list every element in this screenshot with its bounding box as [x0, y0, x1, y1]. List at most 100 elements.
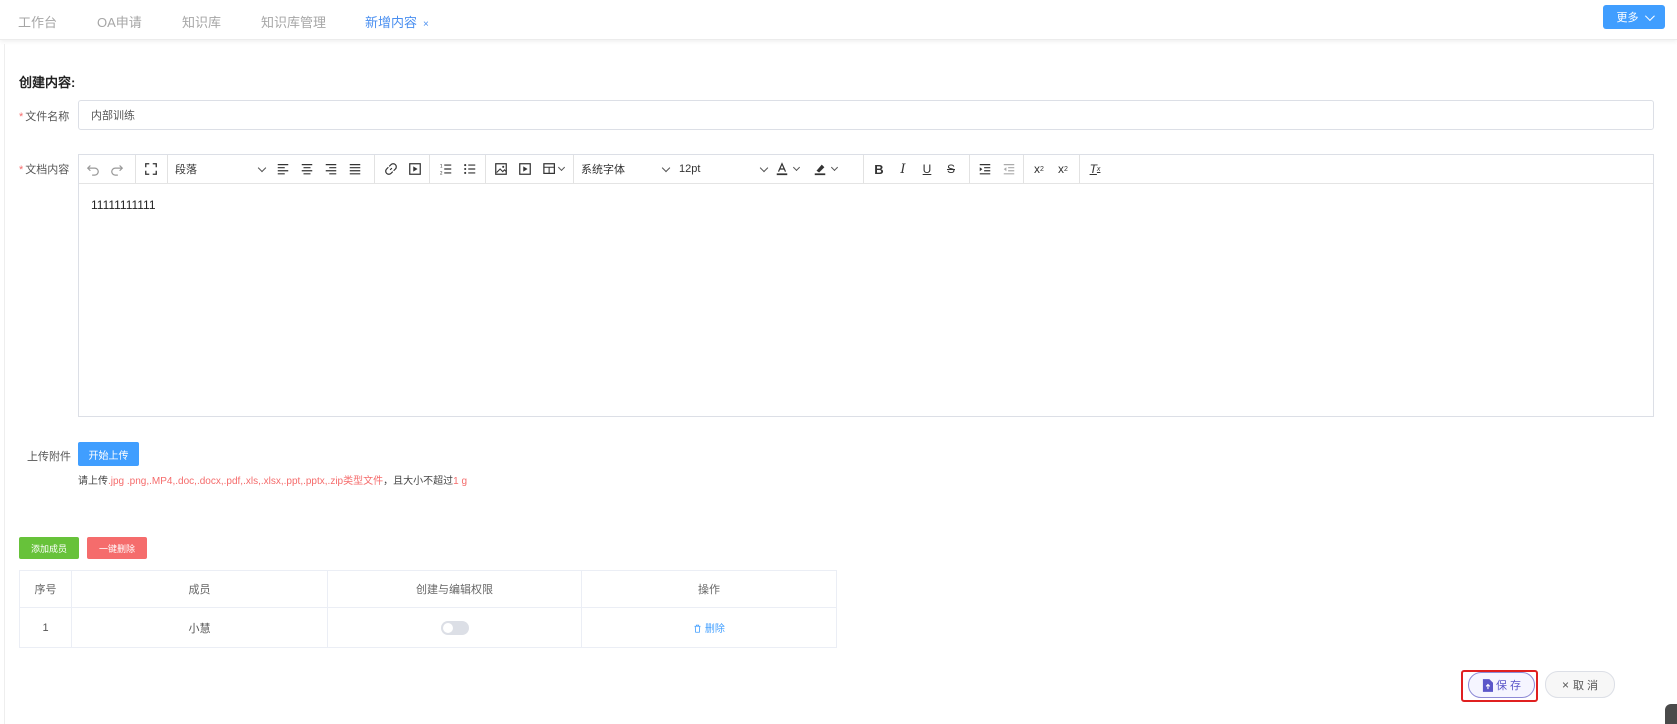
undo-icon[interactable]: [83, 159, 103, 179]
table-header-row: 序号 成员 创建与编辑权限 操作: [19, 570, 837, 608]
filename-input[interactable]: 内部训练: [78, 100, 1654, 130]
font-size-select[interactable]: 12pt: [679, 159, 769, 179]
more-button-label: 更多: [1616, 12, 1639, 24]
upload-hint-size: 1 g: [453, 476, 468, 487]
toolbar-separator: [1079, 155, 1080, 183]
column-header-permission: 创建与编辑权限: [327, 570, 582, 608]
video-icon[interactable]: [515, 159, 535, 179]
editor-text: 11111111111: [91, 198, 156, 212]
indent-icon[interactable]: [975, 159, 995, 179]
chevron-down-icon: [759, 163, 769, 173]
bullet-list-icon[interactable]: [460, 159, 480, 179]
table-row: 1 小慧 删除: [19, 607, 837, 648]
font-family-select[interactable]: 系统字体: [581, 159, 671, 179]
chevron-down-icon: [257, 163, 267, 173]
trash-icon: [694, 624, 701, 633]
clear-format-icon[interactable]: Tx: [1085, 159, 1105, 179]
chevron-down-icon: [792, 163, 801, 172]
media-icon[interactable]: [405, 159, 425, 179]
filename-value: 内部训练: [91, 110, 135, 122]
editor-content[interactable]: 11111111111: [79, 184, 1653, 226]
italic-icon[interactable]: I: [893, 159, 913, 179]
column-header-member: 成员: [71, 570, 328, 608]
bold-icon[interactable]: B: [869, 159, 889, 179]
underline-icon[interactable]: U: [917, 159, 937, 179]
image-icon[interactable]: [491, 159, 511, 179]
align-center-icon[interactable]: [297, 159, 317, 179]
delete-row-button[interactable]: 删除: [693, 624, 725, 635]
editor-toolbar: 段落 12 系统字体 12pt B I U S x 2 x 2 T x: [79, 155, 1653, 184]
close-icon: ×: [1561, 677, 1569, 692]
tab-new-content-label: 新增内容: [365, 15, 418, 30]
scroll-handle: [1665, 704, 1677, 724]
toolbar-separator: [167, 155, 168, 183]
toolbar-separator: [573, 155, 574, 183]
upload-hint-prefix: 请上传: [78, 476, 108, 487]
link-icon[interactable]: [381, 159, 401, 179]
table-icon[interactable]: [539, 159, 567, 179]
tab-knowledge-management[interactable]: 知识库管理: [261, 12, 326, 31]
tab-bar: 工作台 OA申请 知识库 知识库管理 新增内容 × 更多: [0, 0, 1677, 40]
upload-label: 上传附件: [27, 451, 71, 463]
toolbar-separator: [135, 155, 136, 183]
toolbar-separator: [485, 155, 486, 183]
tab-close-icon[interactable]: ×: [423, 19, 429, 30]
column-header-index: 序号: [19, 570, 72, 608]
filename-label-text: 文件名称: [25, 111, 70, 123]
upload-hint: 请上传.jpg .png,.MP4,.doc,.docx,.pdf,.xls,.…: [78, 472, 467, 487]
required-mark: *: [19, 164, 24, 176]
tab-oa-apply[interactable]: OA申请: [97, 12, 142, 31]
toolbar-separator: [374, 155, 375, 183]
block-format-select[interactable]: 段落: [175, 159, 267, 179]
block-format-value: 段落: [175, 164, 197, 176]
toolbar-separator: [429, 155, 430, 183]
chevron-down-icon: [557, 163, 565, 172]
column-header-action: 操作: [581, 570, 837, 608]
subscript-icon[interactable]: x2: [1053, 159, 1073, 179]
delete-all-button[interactable]: 一键删除: [87, 537, 147, 559]
outdent-icon[interactable]: [999, 159, 1019, 179]
start-upload-button[interactable]: 开始上传: [78, 442, 139, 466]
required-mark: *: [19, 111, 24, 123]
cell-permission: [327, 607, 582, 648]
fullscreen-icon[interactable]: [139, 159, 163, 179]
more-button[interactable]: 更多: [1603, 5, 1665, 29]
content-label: * 文档内容: [19, 161, 69, 177]
strikethrough-icon[interactable]: S: [941, 159, 961, 179]
align-right-icon[interactable]: [321, 159, 341, 179]
align-justify-icon[interactable]: [345, 159, 365, 179]
toolbar-separator: [1023, 155, 1024, 183]
cancel-button-label: 取 消: [1572, 679, 1599, 692]
tab-knowledge-base[interactable]: 知识库: [182, 12, 221, 31]
save-button[interactable]: 保 存: [1468, 672, 1535, 698]
superscript-icon[interactable]: x2: [1029, 159, 1049, 179]
upload-hint-middle: ，且大小不超过: [383, 476, 454, 487]
save-button-label: 保 存: [1495, 680, 1522, 692]
text-color-icon[interactable]: [771, 159, 803, 179]
members-table: 序号 成员 创建与编辑权限 操作 1 小慧 删除: [19, 570, 837, 648]
delete-row-label: 删除: [704, 624, 725, 635]
chevron-down-icon: [661, 163, 671, 173]
ordered-list-icon[interactable]: 12: [436, 159, 456, 179]
redo-icon[interactable]: [107, 159, 127, 179]
content-label-text: 文档内容: [25, 164, 70, 176]
cancel-button[interactable]: × 取 消: [1545, 671, 1615, 698]
font-size-value: 12pt: [679, 163, 701, 175]
permission-toggle[interactable]: [440, 620, 469, 635]
svg-text:1: 1: [440, 163, 443, 169]
cell-member: 小慧: [71, 607, 328, 648]
toolbar-separator: [969, 155, 970, 183]
chevron-down-icon: [1644, 10, 1655, 21]
rich-text-editor: 段落 12 系统字体 12pt B I U S x 2 x 2 T x 1111…: [78, 154, 1654, 417]
divider: [4, 44, 5, 724]
tab-new-content[interactable]: 新增内容 ×: [365, 12, 429, 31]
svg-text:2: 2: [440, 170, 443, 176]
align-left-icon[interactable]: [273, 159, 293, 179]
add-member-button[interactable]: 添加成员: [19, 537, 79, 559]
upload-file-icon: [1482, 678, 1493, 692]
highlight-color-icon[interactable]: [809, 159, 841, 179]
cell-index: 1: [19, 607, 72, 648]
toolbar-separator: [863, 155, 864, 183]
tab-workbench[interactable]: 工作台: [18, 12, 57, 31]
font-family-value: 系统字体: [581, 164, 625, 176]
